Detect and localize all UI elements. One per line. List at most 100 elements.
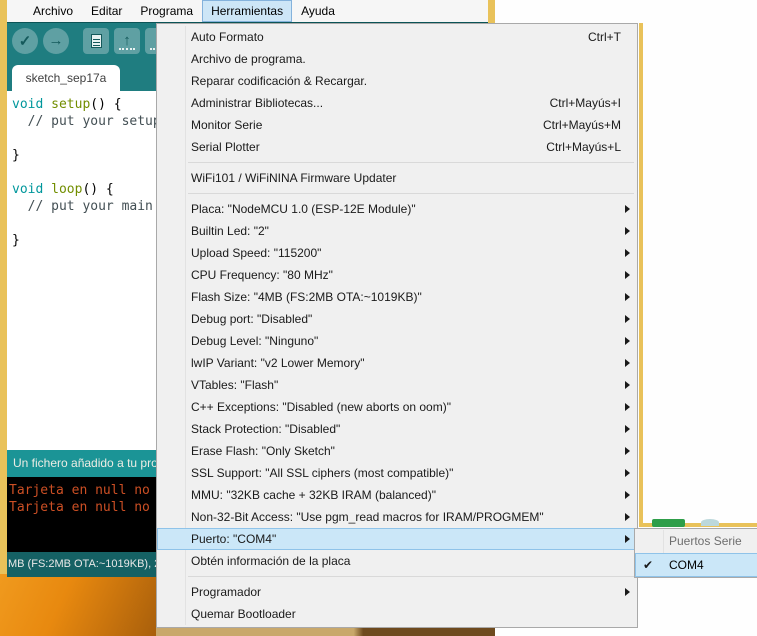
menu-item-obten-informacion-de-la-placa[interactable]: Obtén información de la placa xyxy=(157,550,637,572)
menu-item-label: Serial Plotter xyxy=(191,140,260,154)
menu-item-shortcut: Ctrl+Mayús+L xyxy=(546,140,621,154)
menu-item-label: Puerto: "COM4" xyxy=(191,532,277,546)
arrow-up-icon: ↑ xyxy=(123,32,131,49)
menu-item-debug-level-ninguno[interactable]: Debug Level: "Ninguno" xyxy=(157,330,637,352)
menu-item-label: Upload Speed: "115200" xyxy=(191,246,322,260)
submenu-item-com4[interactable]: ✔ COM4 xyxy=(635,553,757,577)
menu-item-shortcut: Ctrl+Mayús+I xyxy=(549,96,621,110)
submenu-arrow-icon xyxy=(625,359,630,367)
menu-item-label: Debug port: "Disabled" xyxy=(191,312,313,326)
menu-item-label: Erase Flash: "Only Sketch" xyxy=(191,444,335,458)
menu-item-label: Obtén información de la placa xyxy=(191,554,351,568)
menu-item-label: Builtin Led: "2" xyxy=(191,224,269,238)
menu-item-flash-size-4mb-fs-2mb-ota-1019kb[interactable]: Flash Size: "4MB (FS:2MB OTA:~1019KB)" xyxy=(157,286,637,308)
submenu-arrow-icon xyxy=(625,205,630,213)
menu-item-label: Debug Level: "Ninguno" xyxy=(191,334,319,348)
tray-decoration xyxy=(119,47,135,50)
document-icon xyxy=(90,33,102,48)
tools-menu-dropdown: Auto Formato Ctrl+T Archivo de programa. Re… xyxy=(156,23,638,628)
menu-item-label: Administrar Bibliotecas... xyxy=(191,96,324,110)
menu-item-label: Flash Size: "4MB (FS:2MB OTA:~1019KB)" xyxy=(191,290,422,304)
menu-separator xyxy=(188,576,634,577)
submenu-arrow-icon xyxy=(625,469,630,477)
submenu-arrow-icon xyxy=(625,491,630,499)
menu-item-mmu-32kb-cache-32kb-iram-balanced[interactable]: MMU: "32KB cache + 32KB IRAM (balanced)" xyxy=(157,484,637,506)
menu-item-wifi101-wifinina-firmware-updater[interactable]: WiFi101 / WiFiNINA Firmware Updater xyxy=(157,167,637,189)
submenu-arrow-icon xyxy=(625,381,630,389)
menu-item-reparar-codificacion-recargar[interactable]: Reparar codificación & Recargar. xyxy=(157,70,637,92)
menu-item-label: Programador xyxy=(191,585,262,599)
menu-item-lwip-variant-v2-lower-memory[interactable]: lwIP Variant: "v2 Lower Memory" xyxy=(157,352,637,374)
menu-item-debug-port-disabled[interactable]: Debug port: "Disabled" xyxy=(157,308,637,330)
menu-item-label: CPU Frequency: "80 MHz" xyxy=(191,268,333,282)
background-window-border xyxy=(639,23,643,527)
menu-item-cpu-frequency-80-mhz[interactable]: CPU Frequency: "80 MHz" xyxy=(157,264,637,286)
menu-item-quemar-bootloader[interactable]: Quemar Bootloader xyxy=(157,603,637,625)
menu-item-label: SSL Support: "All SSL ciphers (most comp… xyxy=(191,466,454,480)
open-button[interactable]: ↑ xyxy=(114,27,140,54)
menu-item-auto-formato[interactable]: Auto Formato Ctrl+T xyxy=(157,26,637,48)
menu-item-label: Auto Formato xyxy=(191,30,264,44)
menu-item-label: Monitor Serie xyxy=(191,118,263,132)
menu-item-shortcut: Ctrl+T xyxy=(588,30,621,44)
menu-item-vtables-flash[interactable]: VTables: "Flash" xyxy=(157,374,637,396)
menu-item-monitor-serie[interactable]: Monitor Serie Ctrl+Mayús+M xyxy=(157,114,637,136)
new-sketch-button[interactable] xyxy=(83,27,109,54)
menu-item-shortcut: Ctrl+Mayús+M xyxy=(542,118,621,132)
submenu-arrow-icon xyxy=(625,293,630,301)
submenu-arrow-icon xyxy=(625,403,630,411)
menu-item-label: Reparar codificación & Recargar. xyxy=(191,74,368,88)
menu-item-programador[interactable]: Programador xyxy=(157,581,637,603)
sketch-tab[interactable]: sketch_sep17a xyxy=(12,65,120,91)
verify-button[interactable]: ✓ xyxy=(12,27,38,54)
submenu-arrow-icon xyxy=(625,337,630,345)
menu-item-label: C++ Exceptions: "Disabled (new aborts on… xyxy=(191,400,451,414)
menu-item-label: Archivo de programa. xyxy=(191,52,306,66)
menu-item-label: Stack Protection: "Disabled" xyxy=(191,422,341,436)
menu-item-label: MMU: "32KB cache + 32KB IRAM (balanced)" xyxy=(191,488,436,502)
menu-item-c-exceptions-disabled-new-aborts-on-oom[interactable]: C++ Exceptions: "Disabled (new aborts on… xyxy=(157,396,637,418)
menu-item-puerto-com4[interactable]: Puerto: "COM4" xyxy=(157,528,637,550)
background-decoration xyxy=(701,519,719,526)
submenu-header: Puertos Serie xyxy=(669,534,742,548)
submenu-arrow-icon xyxy=(625,447,630,455)
menubar-item-editar[interactable]: Editar xyxy=(82,0,131,22)
submenu-arrow-icon xyxy=(625,249,630,257)
menu-item-label: Quemar Bootloader xyxy=(191,607,296,621)
submenu-arrow-icon xyxy=(625,425,630,433)
upload-button[interactable]: → xyxy=(43,27,69,54)
menubar-item-herramientas[interactable]: Herramientas xyxy=(202,0,293,22)
menu-item-placa-nodemcu-1-0-esp-12e-module[interactable]: Placa: "NodeMCU 1.0 (ESP-12E Module)" xyxy=(157,198,637,220)
menu-item-label: WiFi101 / WiFiNINA Firmware Updater xyxy=(191,171,397,185)
desktop-wallpaper xyxy=(0,574,156,636)
menu-item-serial-plotter[interactable]: Serial Plotter Ctrl+Mayús+L xyxy=(157,136,637,158)
menu-item-label: lwIP Variant: "v2 Lower Memory" xyxy=(191,356,365,370)
menu-item-non-32-bit-access-use-pgm-read-macros-fo[interactable]: Non-32-Bit Access: "Use pgm_read macros … xyxy=(157,506,637,528)
submenu-arrow-icon xyxy=(625,588,630,596)
port-submenu: Puertos Serie ✔ COM4 xyxy=(634,528,757,578)
menu-item-builtin-led-2[interactable]: Builtin Led: "2" xyxy=(157,220,637,242)
menu-separator xyxy=(188,162,634,163)
menu-item-upload-speed-115200[interactable]: Upload Speed: "115200" xyxy=(157,242,637,264)
menu-bar: Archivo Editar Programa Herramientas Ayuda xyxy=(7,0,488,22)
menu-item-label: Non-32-Bit Access: "Use pgm_read macros … xyxy=(191,510,544,524)
menu-item-archivo-de-programa[interactable]: Archivo de programa. xyxy=(157,48,637,70)
submenu-arrow-icon xyxy=(625,315,630,323)
submenu-arrow-icon xyxy=(625,227,630,235)
menu-item-ssl-support-all-ssl-ciphers-most-compati[interactable]: SSL Support: "All SSL ciphers (most comp… xyxy=(157,462,637,484)
menubar-item-archivo[interactable]: Archivo xyxy=(24,0,82,22)
submenu-arrow-icon xyxy=(625,535,630,543)
menubar-item-programa[interactable]: Programa xyxy=(131,0,202,22)
background-decoration xyxy=(652,519,685,527)
submenu-arrow-icon xyxy=(625,513,630,521)
menu-item-erase-flash-only-sketch[interactable]: Erase Flash: "Only Sketch" xyxy=(157,440,637,462)
menu-item-label: Placa: "NodeMCU 1.0 (ESP-12E Module)" xyxy=(191,202,416,216)
menu-separator xyxy=(188,193,634,194)
check-icon: ✓ xyxy=(18,32,32,50)
menu-item-stack-protection-disabled[interactable]: Stack Protection: "Disabled" xyxy=(157,418,637,440)
menu-item-label: VTables: "Flash" xyxy=(191,378,279,392)
menu-item-administrar-bibliotecas[interactable]: Administrar Bibliotecas... Ctrl+Mayús+I xyxy=(157,92,637,114)
submenu-item-label: COM4 xyxy=(669,558,704,572)
menubar-item-ayuda[interactable]: Ayuda xyxy=(292,0,344,22)
arrow-right-icon: → xyxy=(48,32,64,49)
